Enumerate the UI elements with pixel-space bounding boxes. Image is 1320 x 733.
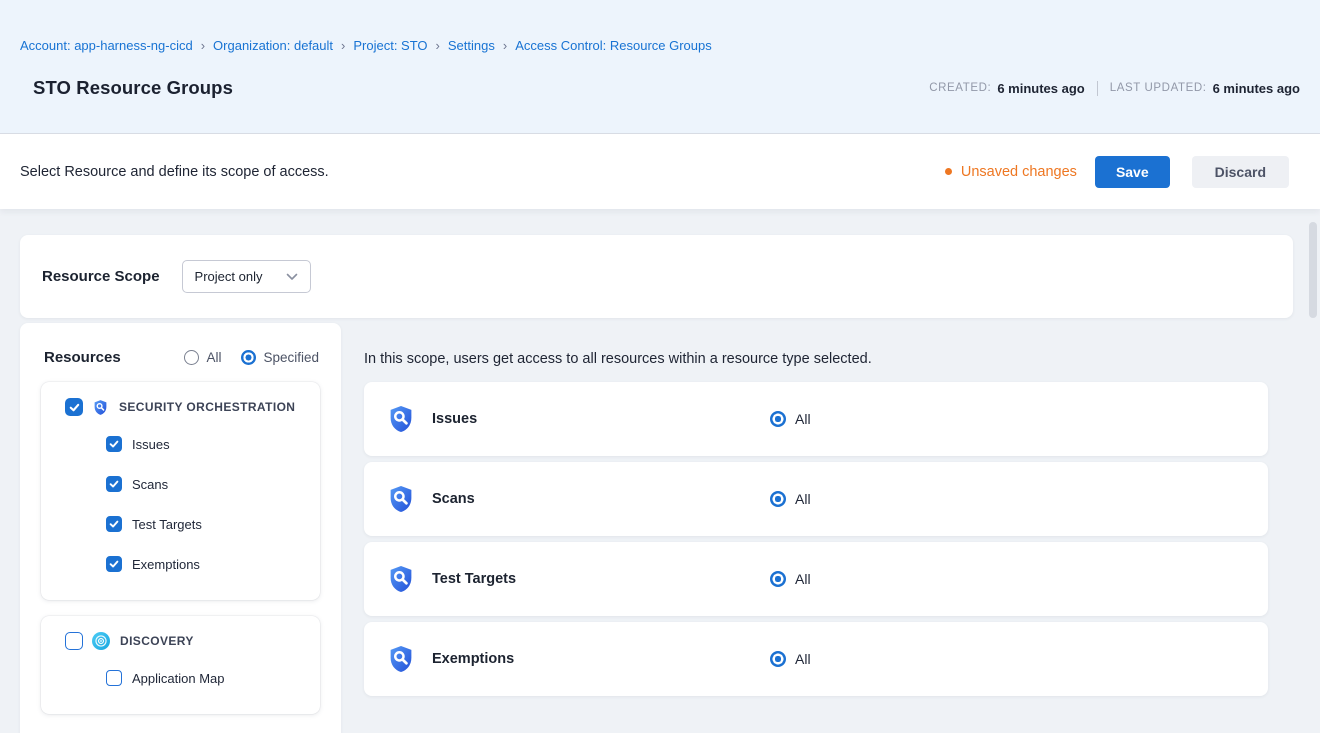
resources-mode-all[interactable]: All	[184, 350, 221, 365]
updated-value: 6 minutes ago	[1213, 81, 1300, 96]
shield-search-icon	[386, 404, 416, 434]
radio-label: Specified	[263, 350, 319, 365]
meta-divider	[1097, 81, 1098, 96]
resource-access-row: Issues All	[364, 382, 1268, 456]
breadcrumb-link[interactable]: Project: STO	[353, 38, 427, 53]
resource-type-row: Application Map	[41, 658, 320, 698]
resource-type-row: Exemptions	[41, 544, 320, 584]
resource-type-row: Test Targets	[41, 504, 320, 544]
resources-mode-radios: All Specified	[184, 350, 319, 365]
resource-scope-card: Resource Scope Project only	[20, 235, 1293, 318]
scope-area: In this scope, users get access to all r…	[364, 323, 1268, 702]
discard-button[interactable]: Discard	[1192, 156, 1289, 188]
breadcrumb-separator-icon: ›	[503, 38, 507, 53]
breadcrumb: Account: app-harness-ng-cicd › Organizatio…	[0, 0, 1320, 53]
breadcrumb-separator-icon: ›	[341, 38, 345, 53]
resource-type-checkbox[interactable]	[106, 670, 122, 686]
resource-name: Scans	[432, 491, 475, 507]
page-title: STO Resource Groups	[33, 77, 233, 99]
breadcrumb-link[interactable]: Account: app-harness-ng-cicd	[20, 38, 193, 53]
access-all-label: All	[795, 651, 811, 667]
resource-type-checkbox[interactable]	[106, 516, 122, 532]
resource-scope-value: Project only	[195, 269, 263, 284]
action-toolbar: Select Resource and define its scope of …	[0, 134, 1320, 209]
unsaved-dot-icon	[945, 168, 952, 175]
scrollbar-thumb[interactable]	[1309, 222, 1317, 318]
resource-type-checkbox[interactable]	[106, 436, 122, 452]
resource-type-label: Exemptions	[132, 557, 200, 572]
access-all-label: All	[795, 411, 811, 427]
shield-search-icon	[92, 399, 109, 416]
resource-name: Issues	[432, 411, 477, 427]
content-area: Resource Scope Project only Resources Al…	[0, 209, 1320, 733]
shield-search-icon	[386, 564, 416, 594]
resource-type-row: Issues	[41, 424, 320, 464]
shield-search-icon	[386, 644, 416, 674]
radio-icon[interactable]	[184, 350, 199, 365]
scope-info-text: In this scope, users get access to all r…	[364, 351, 1268, 367]
breadcrumb-link[interactable]: Access Control: Resource Groups	[515, 38, 712, 53]
breadcrumb-separator-icon: ›	[436, 38, 440, 53]
radio-icon[interactable]	[241, 350, 256, 365]
access-all-radio[interactable]	[770, 571, 786, 587]
updated-label: LAST UPDATED:	[1110, 82, 1207, 94]
resources-title: Resources	[44, 349, 121, 366]
group-label: SECURITY ORCHESTRATION	[119, 400, 295, 414]
access-all-radio[interactable]	[770, 411, 786, 427]
resource-type-label: Application Map	[132, 671, 225, 686]
meta-info: CREATED: 6 minutes ago LAST UPDATED: 6 m…	[929, 81, 1300, 96]
resource-access-row: Exemptions All	[364, 622, 1268, 696]
created-label: CREATED:	[929, 82, 991, 94]
resources-mode-specified[interactable]: Specified	[241, 350, 319, 365]
group-checkbox[interactable]	[65, 632, 83, 650]
resource-name: Test Targets	[432, 571, 516, 587]
access-all-radio[interactable]	[770, 491, 786, 507]
shield-search-icon	[386, 484, 416, 514]
access-all-radio[interactable]	[770, 651, 786, 667]
page-header: Account: app-harness-ng-cicd › Organizatio…	[0, 0, 1320, 134]
chevron-down-icon	[286, 273, 298, 281]
access-all-label: All	[795, 571, 811, 587]
breadcrumb-separator-icon: ›	[201, 38, 205, 53]
resource-type-row: Scans	[41, 464, 320, 504]
resource-group-card: SECURITY ORCHESTRATION Issues Scans Test…	[41, 382, 320, 600]
resource-type-checkbox[interactable]	[106, 476, 122, 492]
unsaved-changes-label: Unsaved changes	[961, 164, 1077, 180]
access-all-label: All	[795, 491, 811, 507]
toolbar-description: Select Resource and define its scope of …	[20, 164, 329, 180]
resource-group-card: DISCOVERY Application Map	[41, 616, 320, 714]
resource-scope-select[interactable]: Project only	[182, 260, 311, 293]
breadcrumb-link[interactable]: Settings	[448, 38, 495, 53]
save-button[interactable]: Save	[1095, 156, 1170, 188]
resource-name: Exemptions	[432, 651, 514, 667]
created-value: 6 minutes ago	[997, 81, 1084, 96]
group-checkbox[interactable]	[65, 398, 83, 416]
radio-label: All	[206, 350, 221, 365]
resource-scope-label: Resource Scope	[42, 268, 160, 285]
resource-type-label: Issues	[132, 437, 170, 452]
resource-access-row: Scans All	[364, 462, 1268, 536]
resource-type-checkbox[interactable]	[106, 556, 122, 572]
radar-icon	[92, 632, 110, 650]
resource-type-label: Test Targets	[132, 517, 202, 532]
resources-panel: Resources All Specified SECURITY ORCHESTR…	[20, 323, 341, 733]
breadcrumb-link[interactable]: Organization: default	[213, 38, 333, 53]
resource-access-row: Test Targets All	[364, 542, 1268, 616]
group-label: DISCOVERY	[120, 634, 194, 648]
resource-type-label: Scans	[132, 477, 168, 492]
